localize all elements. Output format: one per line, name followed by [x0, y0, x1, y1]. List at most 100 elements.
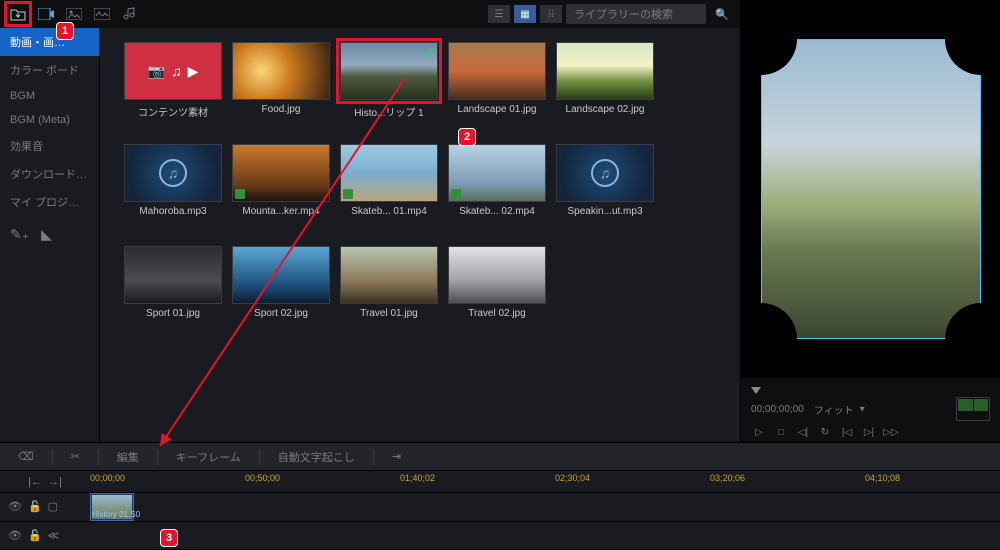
library-item[interactable]: Sport 02.jpg [232, 246, 330, 332]
category-sidebar: 動画・画… カラー ボード BGM BGM (Meta) 効果音 ダウンロード完… [0, 28, 100, 442]
library-item[interactable]: 📷♫▶コンテンツ素材 [124, 42, 222, 128]
library-item-label: Food.jpg [262, 104, 301, 115]
timeline-tracks: 👁 🔓 ▢ History 01.S0 👁 🔓 ≪ 3 [0, 492, 1000, 550]
library-item[interactable]: Skateb... 02.mp4 [448, 144, 546, 230]
library-item[interactable]: Mounta...ker.mp4 [232, 144, 330, 230]
library-item[interactable]: Food.jpg [232, 42, 330, 128]
library-toolbar: ☰ ▦ ⁞⁞ ライブラリーの検索 🔍 1 [0, 0, 740, 28]
library-item-label: Histo...リップ 1 [354, 104, 423, 119]
audio-track-1-body[interactable] [90, 522, 1000, 550]
ruler-tick: 04;10;08 [865, 473, 900, 483]
library-item[interactable]: Skateb... 01.mp4 [340, 144, 438, 230]
view-list-icon[interactable]: ☰ [488, 5, 510, 23]
search-icon[interactable]: 🔍 [710, 3, 734, 25]
clip-label: History 01.S0 [92, 510, 140, 519]
marker-tool-icon[interactable]: ⇥ [382, 446, 411, 467]
preview-canvas[interactable] [741, 0, 1000, 378]
video-track-1: 👁 🔓 ▢ History 01.S0 [0, 493, 1000, 522]
video-badge-icon [451, 189, 461, 199]
auto-caption-button[interactable]: 自動文字起こし [268, 445, 365, 469]
track-visibility-icon[interactable]: 👁 [8, 500, 22, 513]
preview-fit-dropdown[interactable]: フィット [814, 402, 854, 417]
keyframe-button[interactable]: キーフレーム [166, 445, 251, 469]
preview-panel: 00;00;00;00 フィット ▾ ▷ □ ◁| ↻ |◁ ▷| ▷▷ [740, 0, 1000, 442]
loop-button[interactable]: ↻ [817, 425, 833, 439]
chevron-down-icon[interactable]: ▾ [860, 404, 865, 415]
view-details-icon[interactable]: ⁞⁞ [540, 5, 562, 23]
play-button[interactable]: ▷ [751, 425, 767, 439]
library-item[interactable]: ✔ Histo...リップ 1 [340, 42, 438, 128]
annotation-2: 2 [458, 128, 476, 146]
track-lock-icon[interactable]: 🔓 [28, 529, 42, 542]
library-item[interactable]: ♫ Speakin...ut.mp3 [556, 144, 654, 230]
track-lock-icon[interactable]: 🔓 [28, 500, 42, 513]
media-tab-video-icon[interactable] [34, 3, 58, 25]
audio-track-1: 👁 🔓 ≪ [0, 522, 1000, 550]
video-badge-icon [343, 189, 353, 199]
stop-button[interactable]: □ [773, 425, 789, 439]
library-item-label: Travel 01.jpg [360, 308, 417, 319]
library-item[interactable]: Landscape 01.jpg [448, 42, 546, 128]
sidebar-item-colorboard[interactable]: カラー ボード [0, 56, 99, 84]
timeline-ruler[interactable]: 00;00;0000;50;0001;40;0202;30;0403;20;06… [90, 471, 1000, 492]
music-note-icon: ♫ [591, 159, 619, 187]
music-note-icon: ♫ [159, 159, 187, 187]
library-item-label: Landscape 02.jpg [566, 104, 645, 115]
library-panel: 📷♫▶コンテンツ素材 Food.jpg ✔ Histo...リップ 1 Landscap… [100, 28, 740, 442]
library-item-label: Skateb... 02.mp4 [459, 206, 535, 217]
library-item[interactable]: Travel 01.jpg [340, 246, 438, 332]
timeline-ruler-row: |← →| 00;00;0000;50;0001;40;0202;30;0403… [0, 470, 1000, 492]
pen-tool-icon[interactable]: ✎₊ [10, 226, 29, 243]
library-item[interactable]: Travel 02.jpg [448, 246, 546, 332]
sidebar-item-downloads[interactable]: ダウンロード完了 [0, 160, 99, 188]
ruler-tick: 00;00;00 [90, 473, 125, 483]
music-icon: ♫ [171, 63, 182, 79]
audio-meter [956, 397, 990, 421]
sidebar-item-bgm[interactable]: BGM [0, 84, 99, 108]
sidebar-item-myprojects[interactable]: マイ プロジェクト [0, 188, 99, 216]
library-item-label: Landscape 01.jpg [458, 104, 537, 115]
media-tab-scene-icon[interactable] [90, 3, 114, 25]
view-grid-icon[interactable]: ▦ [514, 5, 536, 23]
library-item-label: Travel 02.jpg [468, 308, 525, 319]
annotation-1: 1 [56, 22, 74, 40]
fast-fwd-button[interactable]: ▷▷ [883, 425, 899, 439]
library-item-label: コンテンツ素材 [138, 104, 208, 119]
video-badge-icon [235, 189, 245, 199]
library-item[interactable]: Sport 01.jpg [124, 246, 222, 332]
sidebar-item-bgm-meta[interactable]: BGM (Meta) [0, 108, 99, 132]
used-check-icon: ✔ [425, 45, 435, 59]
ruler-tick: 03;20;06 [710, 473, 745, 483]
tag-tool-icon[interactable]: ◣ [41, 226, 52, 243]
library-search-input[interactable]: ライブラリーの検索 [566, 4, 706, 24]
next-clip-button[interactable]: ▷| [861, 425, 877, 439]
library-item-label: Speakin...ut.mp3 [567, 206, 642, 217]
library-item-label: Sport 02.jpg [254, 308, 308, 319]
prev-clip-button[interactable]: |◁ [839, 425, 855, 439]
sidebar-item-sfx[interactable]: 効果音 [0, 132, 99, 160]
go-start-icon[interactable]: |← [28, 476, 42, 488]
scissors-tool-icon[interactable]: ✂ [61, 446, 90, 467]
timeline-clip[interactable]: History 01.S0 [90, 493, 134, 521]
import-media-button[interactable] [6, 3, 30, 25]
sidebar-item-media[interactable]: 動画・画… [0, 28, 99, 56]
video-track-1-body[interactable]: History 01.S0 [90, 493, 1000, 521]
edit-button[interactable]: 編集 [107, 445, 149, 469]
ruler-tick: 01;40;02 [400, 473, 435, 483]
go-end-icon[interactable]: →| [48, 476, 62, 488]
media-tab-audio-icon[interactable] [118, 3, 142, 25]
timeline-toolbar: ⌫ ✂ 編集 キーフレーム 自動文字起こし ⇥ [0, 442, 1000, 470]
library-item-label: Sport 01.jpg [146, 308, 200, 319]
search-placeholder: ライブラリーの検索 [574, 6, 673, 22]
track-type-audio-icon: ≪ [48, 529, 60, 542]
library-item[interactable]: ♫Mahoroba.mp3 [124, 144, 222, 230]
preview-playhead-row[interactable] [741, 378, 1000, 394]
prev-frame-button[interactable]: ◁| [795, 425, 811, 439]
track-visibility-icon[interactable]: 👁 [8, 529, 22, 542]
annotation-3: 3 [160, 529, 178, 547]
preview-timecode: 00;00;00;00 [751, 404, 804, 415]
eraser-tool-icon[interactable]: ⌫ [8, 446, 44, 467]
library-item[interactable]: Landscape 02.jpg [556, 42, 654, 128]
playhead-marker-icon [751, 387, 761, 394]
ruler-tick: 02;30;04 [555, 473, 590, 483]
